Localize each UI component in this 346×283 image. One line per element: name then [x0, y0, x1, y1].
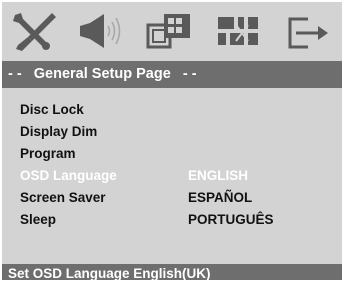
option-espanol[interactable]: ESPAÑOL [188, 187, 274, 209]
audio-setup-icon[interactable] [74, 11, 130, 51]
preference-setup-icon[interactable] [210, 11, 266, 51]
general-setup-icon[interactable] [6, 11, 62, 51]
status-bar: Set OSD Language English(UK) [2, 264, 342, 280]
menu-item-disc-lock[interactable]: Disc Lock [20, 99, 117, 121]
menu-item-program[interactable]: Program [20, 143, 117, 165]
exit-icon[interactable] [278, 11, 334, 51]
setup-menu: Disc Lock Display Dim Program OSD Langua… [20, 99, 117, 231]
setup-icon-bar [2, 2, 342, 57]
option-english[interactable]: ENGLISH [188, 165, 274, 187]
osd-screen: - - General Setup Page - - Disc Lock Dis… [2, 2, 342, 280]
menu-item-display-dim[interactable]: Display Dim [20, 121, 117, 143]
option-portugues[interactable]: PORTUGUÊS [188, 209, 274, 231]
language-options: ENGLISH ESPAÑOL PORTUGUÊS [188, 165, 274, 231]
menu-item-osd-language[interactable]: OSD Language [20, 165, 117, 187]
page-title: - - General Setup Page - - [2, 61, 342, 88]
video-setup-icon[interactable] [142, 11, 198, 51]
menu-item-screen-saver[interactable]: Screen Saver [20, 187, 117, 209]
menu-item-sleep[interactable]: Sleep [20, 209, 117, 231]
